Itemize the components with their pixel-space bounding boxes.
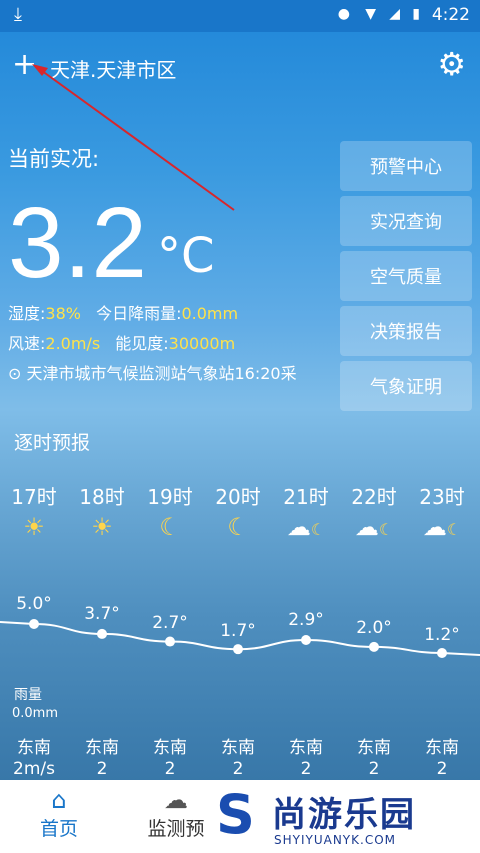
temp-label: 2.9° bbox=[288, 610, 324, 630]
annotation-arrow bbox=[32, 64, 235, 211]
temp-point bbox=[165, 636, 175, 647]
rain-amount-label: 雨量 bbox=[14, 687, 42, 703]
temp-label: 3.7° bbox=[84, 604, 120, 624]
weather-certificate-button[interactable]: 气象证明 bbox=[340, 361, 472, 411]
wind-label: 风速: bbox=[8, 334, 46, 353]
cloud-moon-icon: ☁☾ bbox=[422, 513, 462, 541]
wind-speed: 2 bbox=[232, 759, 244, 779]
temp-point bbox=[369, 641, 379, 652]
station-info: ⊙ 天津市城市气候监测站气象站16:20采 bbox=[8, 360, 297, 384]
wind-speed: 2m/s bbox=[13, 759, 55, 779]
rain-label: 今日降雨量: bbox=[96, 304, 182, 323]
tab-monitor[interactable]: ☁ 监测预 bbox=[136, 786, 216, 841]
visibility-value: 30000m bbox=[168, 334, 236, 353]
wind-direction: 东南 bbox=[153, 738, 187, 758]
wind-speed: 2 bbox=[164, 759, 176, 779]
temp-label: 2.0° bbox=[356, 618, 392, 638]
temp-point bbox=[233, 644, 243, 655]
hourly-forecast-title: 逐时预报 bbox=[14, 432, 91, 454]
hour-label: 18时 bbox=[79, 485, 125, 509]
air-quality-button[interactable]: 空气质量 bbox=[340, 251, 472, 301]
temp-point bbox=[437, 648, 447, 658]
temp-point bbox=[301, 635, 311, 646]
cloud-moon-icon: ☁☾ bbox=[354, 513, 394, 541]
hour-label: 23时 bbox=[419, 485, 465, 509]
wind-direction: 东南 bbox=[85, 738, 119, 758]
temp-point bbox=[29, 619, 39, 629]
visibility-label: 能见度: bbox=[115, 334, 169, 353]
wind-value: 2.0m/s bbox=[45, 334, 101, 353]
hour-label: 19时 bbox=[147, 485, 193, 509]
tab-monitor-label: 监测预 bbox=[147, 818, 205, 840]
wind-speed: 2 bbox=[96, 759, 108, 779]
realtime-query-button[interactable]: 实况查询 bbox=[340, 196, 472, 246]
wind-direction: 东南 bbox=[17, 738, 51, 758]
cloud-moon-icon: ☁☾ bbox=[286, 513, 326, 541]
tab-home-label: 首页 bbox=[39, 818, 78, 840]
temp-point bbox=[97, 628, 107, 639]
rain-amount-value: 0.0mm bbox=[12, 706, 59, 721]
sun-icon: ☀ bbox=[23, 513, 45, 541]
hour-label: 21时 bbox=[283, 485, 329, 509]
station-text: 天津市城市气候监测站气象站16:20采 bbox=[26, 364, 297, 383]
humidity-label: 湿度: bbox=[8, 304, 46, 323]
wind-speed: 2 bbox=[436, 759, 448, 779]
wind-direction: 东南 bbox=[289, 738, 323, 758]
hour-label: 20时 bbox=[215, 485, 261, 509]
decision-report-button[interactable]: 决策报告 bbox=[340, 306, 472, 356]
home-icon: ⌂ bbox=[51, 786, 67, 814]
hour-label: 17时 bbox=[11, 485, 57, 509]
rain-value: 0.0mm bbox=[181, 304, 239, 323]
moon-icon: ☾ bbox=[159, 513, 181, 541]
wind-direction: 东南 bbox=[425, 738, 459, 758]
watermark: S 尚游乐园 SHYIYUANYK.COM bbox=[210, 783, 480, 853]
sun-icon: ☀ bbox=[91, 513, 113, 541]
current-temperature: 3.2 bbox=[8, 187, 148, 299]
wind-speed: 2 bbox=[368, 759, 380, 779]
temp-label: 5.0° bbox=[16, 594, 52, 614]
temp-label: 2.7° bbox=[152, 613, 188, 633]
watermark-logo: S bbox=[216, 783, 255, 846]
humidity-rain-row: 湿度:38% 今日降雨量:0.0mm bbox=[8, 300, 238, 324]
cloud-icon: ☁ bbox=[164, 786, 188, 814]
location-pin-icon: ⊙ bbox=[8, 364, 22, 383]
wind-speed: 2 bbox=[300, 759, 312, 779]
temperature-unit: °C bbox=[157, 228, 215, 284]
temp-label: 1.7° bbox=[220, 621, 256, 641]
wind-direction: 东南 bbox=[357, 738, 391, 758]
humidity-value: 38% bbox=[45, 304, 81, 323]
warning-center-button[interactable]: 预警中心 bbox=[340, 141, 472, 191]
temp-label: 1.2° bbox=[424, 625, 460, 645]
watermark-cn: 尚游乐园 bbox=[272, 795, 416, 835]
watermark-en: SHYIYUANYK.COM bbox=[274, 833, 396, 847]
moon-icon: ☾ bbox=[227, 513, 249, 541]
wind-direction: 东南 bbox=[221, 738, 255, 758]
wind-visibility-row: 风速:2.0m/s 能见度:30000m bbox=[8, 330, 235, 354]
tab-home[interactable]: ⌂ 首页 bbox=[26, 786, 92, 841]
current-label: 当前实况: bbox=[8, 147, 100, 171]
hour-label: 22时 bbox=[351, 485, 397, 509]
